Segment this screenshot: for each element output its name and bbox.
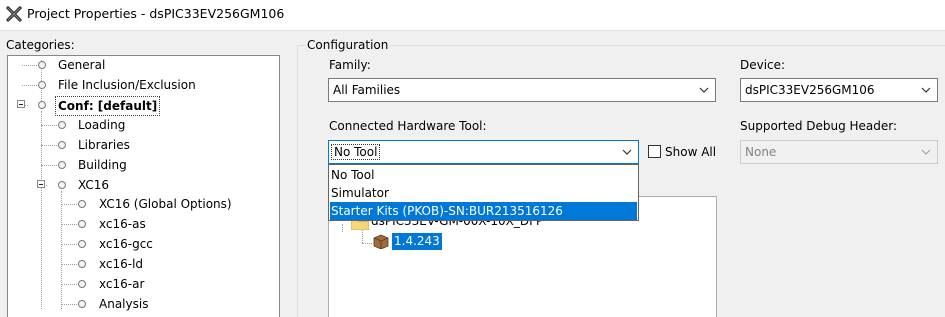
node-bullet-icon <box>78 200 86 208</box>
tree-item-xc16-gcc[interactable]: xc16-gcc <box>8 235 268 253</box>
collapse-icon[interactable] <box>37 180 45 188</box>
hardware-tool-select[interactable]: No Tool <box>328 140 639 164</box>
node-bullet-icon <box>78 240 86 248</box>
node-bullet-icon <box>38 81 46 89</box>
categories-label: Categories: <box>6 38 75 52</box>
tree-item-conf-default[interactable]: Conf: [default] <box>8 96 268 116</box>
device-select[interactable]: dsPIC33EV256GM106 <box>740 78 938 102</box>
package-icon <box>373 234 389 249</box>
mplab-x-icon <box>6 6 22 22</box>
node-bullet-icon <box>58 161 66 169</box>
chevron-down-icon <box>921 87 931 93</box>
tree-item-libraries[interactable]: Libraries <box>8 136 268 154</box>
tree-item-analysis[interactable]: Analysis <box>8 295 268 313</box>
hardware-tool-label: Connected Hardware Tool: <box>329 119 487 133</box>
node-bullet-icon <box>78 300 86 308</box>
node-bullet-icon <box>38 101 46 109</box>
show-all-checkbox[interactable] <box>648 145 661 158</box>
node-bullet-icon <box>38 61 46 69</box>
node-bullet-icon <box>58 141 66 149</box>
node-bullet-icon <box>78 280 86 288</box>
tree-item-xc16-ld[interactable]: xc16-ld <box>8 255 268 273</box>
chevron-down-icon <box>921 149 931 155</box>
chevron-down-icon <box>699 87 709 93</box>
tree-item-file-inclusion[interactable]: File Inclusion/Exclusion <box>8 76 268 94</box>
show-all-label: Show All <box>665 145 717 159</box>
family-select[interactable]: All Families <box>328 78 716 102</box>
tree-item-xc16-global[interactable]: XC16 (Global Options) <box>8 195 268 213</box>
debug-header-label: Supported Debug Header: <box>740 119 898 133</box>
tree-item-building[interactable]: Building <box>8 156 268 174</box>
family-label: Family: <box>329 58 371 72</box>
tool-option-simulator[interactable]: Simulator <box>330 184 637 202</box>
tree-item-xc16-ar[interactable]: xc16-ar <box>8 275 268 293</box>
node-bullet-icon <box>58 121 66 129</box>
tool-option-starter-kit[interactable]: Starter Kits (PKOB)-SN:BUR213516126 <box>330 202 637 220</box>
node-bullet-icon <box>78 260 86 268</box>
node-bullet-icon <box>78 220 86 228</box>
device-label: Device: <box>740 58 786 72</box>
node-bullet-icon <box>58 181 66 189</box>
tool-option-no-tool[interactable]: No Tool <box>330 166 637 184</box>
title-separator <box>0 30 945 31</box>
collapse-icon[interactable] <box>17 100 25 108</box>
hardware-tool-dropdown[interactable]: No Tool Simulator Starter Kits (PKOB)-SN… <box>328 164 639 221</box>
chevron-down-icon <box>622 149 632 155</box>
debug-header-select[interactable]: None <box>740 140 938 164</box>
categories-tree[interactable]: General File Inclusion/Exclusion Conf: [… <box>7 55 280 317</box>
pack-version[interactable]: 1.4.243 <box>392 233 442 250</box>
window-title: Project Properties - dsPIC33EV256GM106 <box>27 6 285 21</box>
configuration-legend: Configuration <box>305 38 391 52</box>
title-bar: Project Properties - dsPIC33EV256GM106 <box>0 0 945 30</box>
tree-item-xc16-as[interactable]: xc16-as <box>8 215 268 233</box>
tree-item-general[interactable]: General <box>8 56 268 74</box>
tree-item-loading[interactable]: Loading <box>8 116 268 134</box>
tree-item-xc16[interactable]: XC16 <box>8 176 268 194</box>
